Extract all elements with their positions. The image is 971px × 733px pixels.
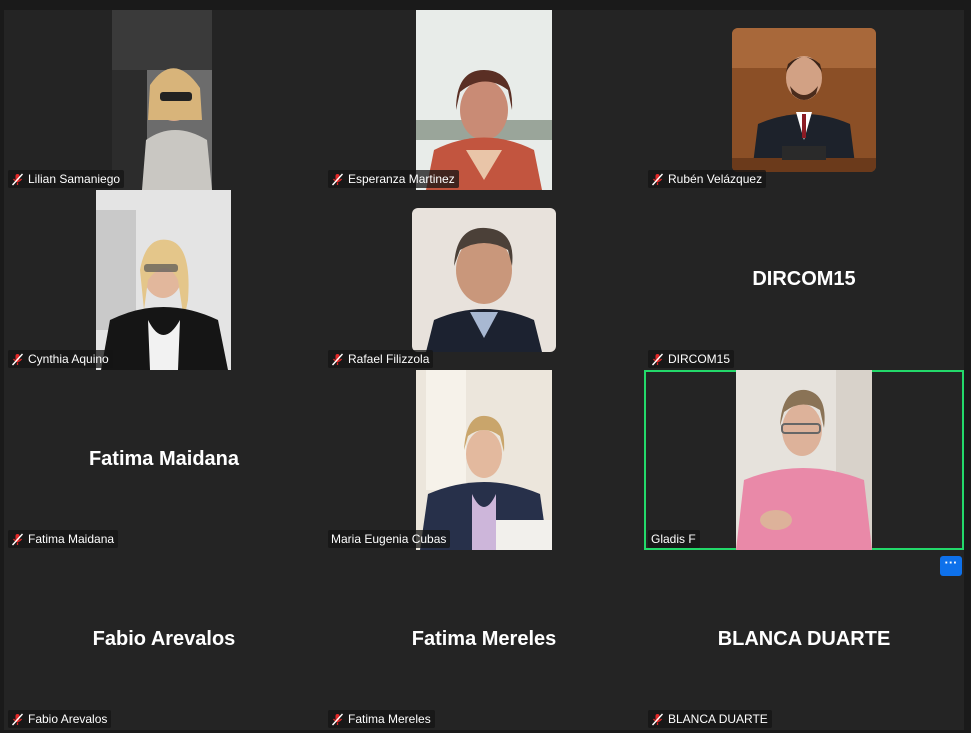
video-feed: [416, 370, 552, 550]
participant-name: DIRCOM15: [668, 352, 731, 366]
participant-name: Maria Eugenia Cubas: [331, 532, 447, 546]
mic-muted-icon: [651, 713, 664, 726]
participant-name: Rafael Filizzola: [348, 352, 430, 366]
participant-name-label: Gladis F: [648, 530, 700, 548]
participant-tile[interactable]: Esperanza Martinez: [324, 10, 644, 190]
participant-name-label: BLANCA DUARTE: [648, 710, 772, 728]
mic-muted-icon: [11, 533, 24, 546]
participant-tile[interactable]: Fatima Mereles Fatima Mereles: [324, 550, 644, 730]
mic-muted-icon: [331, 173, 344, 186]
participant-name-label: Esperanza Martinez: [328, 170, 459, 188]
participant-name-label: Lilian Samaniego: [8, 170, 125, 188]
mic-muted-icon: [651, 173, 664, 186]
participant-name: Fabio Arevalos: [28, 712, 108, 726]
participant-name-label: Maria Eugenia Cubas: [328, 530, 451, 548]
participant-tile[interactable]: BLANCA DUARTE BLANCA DUARTE: [644, 550, 964, 730]
participant-name: Cynthia Aquino: [28, 352, 109, 366]
participant-display-name: Fatima Maidana: [88, 448, 240, 470]
participant-display-name: BLANCA DUARTE: [717, 628, 891, 650]
mic-muted-icon: [11, 353, 24, 366]
video-feed: [732, 28, 876, 172]
participant-tile[interactable]: Cynthia Aquino: [4, 190, 324, 370]
participant-tile[interactable]: Rubén Velázquez: [644, 10, 964, 190]
participant-tile[interactable]: DIRCOM15 DIRCOM15: [644, 190, 964, 370]
participant-display-name: Fatima Mereles: [411, 628, 557, 650]
participant-name: Gladis F: [651, 532, 696, 546]
participant-tile[interactable]: Fabio Arevalos Fabio Arevalos: [4, 550, 324, 730]
participant-display-name: DIRCOM15: [752, 268, 856, 290]
participant-name: Rubén Velázquez: [668, 172, 763, 186]
participant-name-label: Fatima Maidana: [8, 530, 119, 548]
participant-name-label: Fatima Mereles: [328, 710, 435, 728]
more-options-icon: ···: [944, 555, 958, 570]
participant-tile[interactable]: Maria Eugenia Cubas: [324, 370, 644, 550]
gallery-grid: Lilian Samaniego Esperanza Martinez Rubé…: [4, 10, 964, 730]
mic-muted-icon: [331, 353, 344, 366]
mic-muted-icon: [11, 173, 24, 186]
participant-tile[interactable]: Lilian Samaniego: [4, 10, 324, 190]
mic-muted-icon: [651, 353, 664, 366]
video-feed: [112, 10, 212, 190]
mic-muted-icon: [331, 713, 344, 726]
participant-name: Fatima Mereles: [348, 712, 431, 726]
participant-name-label: Cynthia Aquino: [8, 350, 113, 368]
participant-tile-active-speaker[interactable]: Gladis F: [644, 370, 964, 550]
participant-name: Lilian Samaniego: [28, 172, 121, 186]
participant-name-label: Rafael Filizzola: [328, 350, 434, 368]
participant-name: Esperanza Martinez: [348, 172, 455, 186]
participant-tile[interactable]: Rafael Filizzola: [324, 190, 644, 370]
more-options-button[interactable]: ···: [940, 556, 962, 576]
participant-tile[interactable]: Fatima Maidana Fatima Maidana: [4, 370, 324, 550]
mic-muted-icon: [11, 713, 24, 726]
participant-name: BLANCA DUARTE: [668, 712, 768, 726]
video-feed: [412, 208, 556, 352]
participant-name: Fatima Maidana: [28, 532, 115, 546]
video-feed: [96, 190, 231, 370]
video-feed: [736, 370, 872, 550]
participant-name-label: Fabio Arevalos: [8, 710, 112, 728]
participant-name-label: DIRCOM15: [648, 350, 735, 368]
video-feed: [416, 10, 552, 190]
participant-name-label: Rubén Velázquez: [648, 170, 767, 188]
participant-display-name: Fabio Arevalos: [92, 628, 236, 650]
